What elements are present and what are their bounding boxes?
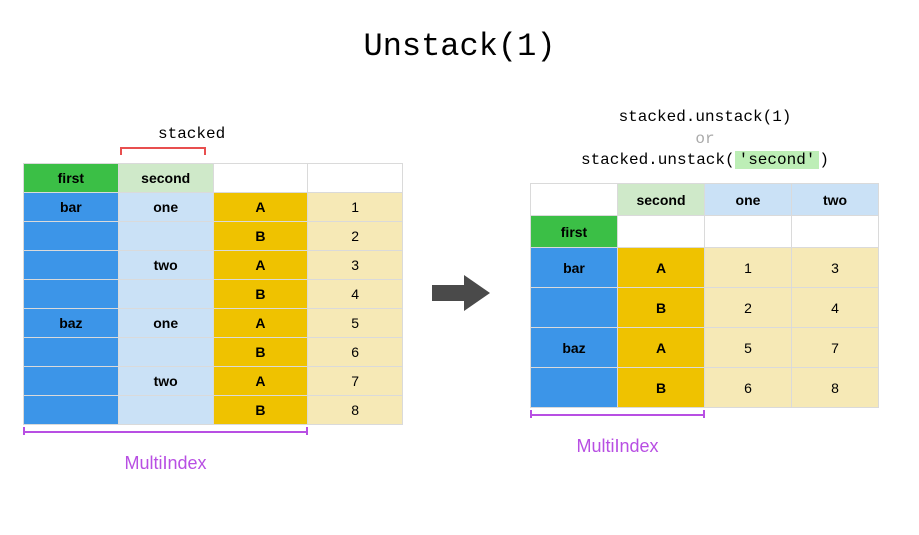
- right-multiindex-bracket: [530, 414, 880, 428]
- cell: [24, 396, 119, 425]
- left-multiindex-bracket: [23, 431, 403, 445]
- right-code-caption: stacked.unstack(1) or stacked.unstack('s…: [530, 107, 880, 172]
- hdr-two: two: [792, 184, 879, 216]
- cell: one: [118, 309, 213, 338]
- blank: [531, 184, 618, 216]
- cell: [118, 396, 213, 425]
- cell: 8: [308, 396, 403, 425]
- cell: B: [213, 396, 308, 425]
- cell: B: [618, 368, 705, 408]
- hdr-first: first: [531, 216, 618, 248]
- cell: [118, 280, 213, 309]
- cell: A: [213, 251, 308, 280]
- cell: A: [213, 367, 308, 396]
- cell: [24, 251, 119, 280]
- cell: two: [118, 367, 213, 396]
- code-or: or: [530, 129, 880, 151]
- page-title: Unstack(1): [0, 0, 919, 71]
- cell: A: [618, 328, 705, 368]
- cell: 6: [705, 368, 792, 408]
- cell: 1: [705, 248, 792, 288]
- left-table-wrap: first second baroneA1 B2 twoA3 B4 bazone…: [23, 163, 403, 474]
- cell: [531, 288, 618, 328]
- cell: baz: [24, 309, 119, 338]
- cell: 7: [308, 367, 403, 396]
- cell: A: [618, 248, 705, 288]
- hdr-blank1: [213, 164, 308, 193]
- cell: bar: [531, 248, 618, 288]
- cell: A: [213, 193, 308, 222]
- code2-pre: stacked.unstack(: [581, 151, 735, 169]
- cell: B: [618, 288, 705, 328]
- cell: [24, 222, 119, 251]
- right-table-wrap: second one two first barA13 B24 bazA57 B…: [530, 183, 880, 457]
- red-bracket: [120, 147, 206, 159]
- hdr-blank2: [308, 164, 403, 193]
- cell: 4: [792, 288, 879, 328]
- hdr-one: one: [705, 184, 792, 216]
- cell: [531, 368, 618, 408]
- cell: 2: [705, 288, 792, 328]
- stacked-label: stacked: [158, 125, 225, 143]
- blank: [792, 216, 879, 248]
- hdr-second: second: [118, 164, 213, 193]
- cell: 3: [308, 251, 403, 280]
- arrow-icon: [432, 273, 492, 313]
- hdr-first: first: [24, 164, 119, 193]
- left-table: first second baroneA1 B2 twoA3 B4 bazone…: [23, 163, 403, 425]
- blank: [618, 216, 705, 248]
- code2-highlight: 'second': [735, 151, 820, 169]
- cell: one: [118, 193, 213, 222]
- cell: 7: [792, 328, 879, 368]
- right-table: second one two first barA13 B24 bazA57 B…: [530, 183, 879, 408]
- cell: [118, 338, 213, 367]
- cell: 5: [308, 309, 403, 338]
- cell: bar: [24, 193, 119, 222]
- cell: [24, 280, 119, 309]
- cell: baz: [531, 328, 618, 368]
- cell: B: [213, 338, 308, 367]
- cell: 2: [308, 222, 403, 251]
- code-line-1: stacked.unstack(1): [530, 107, 880, 129]
- cell: [24, 367, 119, 396]
- cell: 8: [792, 368, 879, 408]
- cell: 5: [705, 328, 792, 368]
- cell: 1: [308, 193, 403, 222]
- left-multiindex-label: MultiIndex: [23, 453, 308, 474]
- cell: [24, 338, 119, 367]
- cell: 6: [308, 338, 403, 367]
- blank: [705, 216, 792, 248]
- diagram-stage: stacked first second baroneA1 B2 twoA3 B…: [0, 71, 919, 531]
- code2-post: ): [819, 151, 829, 169]
- cell: A: [213, 309, 308, 338]
- code-line-2: stacked.unstack('second'): [530, 150, 880, 172]
- cell: [118, 222, 213, 251]
- cell: B: [213, 280, 308, 309]
- cell: 3: [792, 248, 879, 288]
- cell: B: [213, 222, 308, 251]
- hdr-second: second: [618, 184, 705, 216]
- cell: two: [118, 251, 213, 280]
- right-multiindex-label: MultiIndex: [530, 436, 705, 457]
- cell: 4: [308, 280, 403, 309]
